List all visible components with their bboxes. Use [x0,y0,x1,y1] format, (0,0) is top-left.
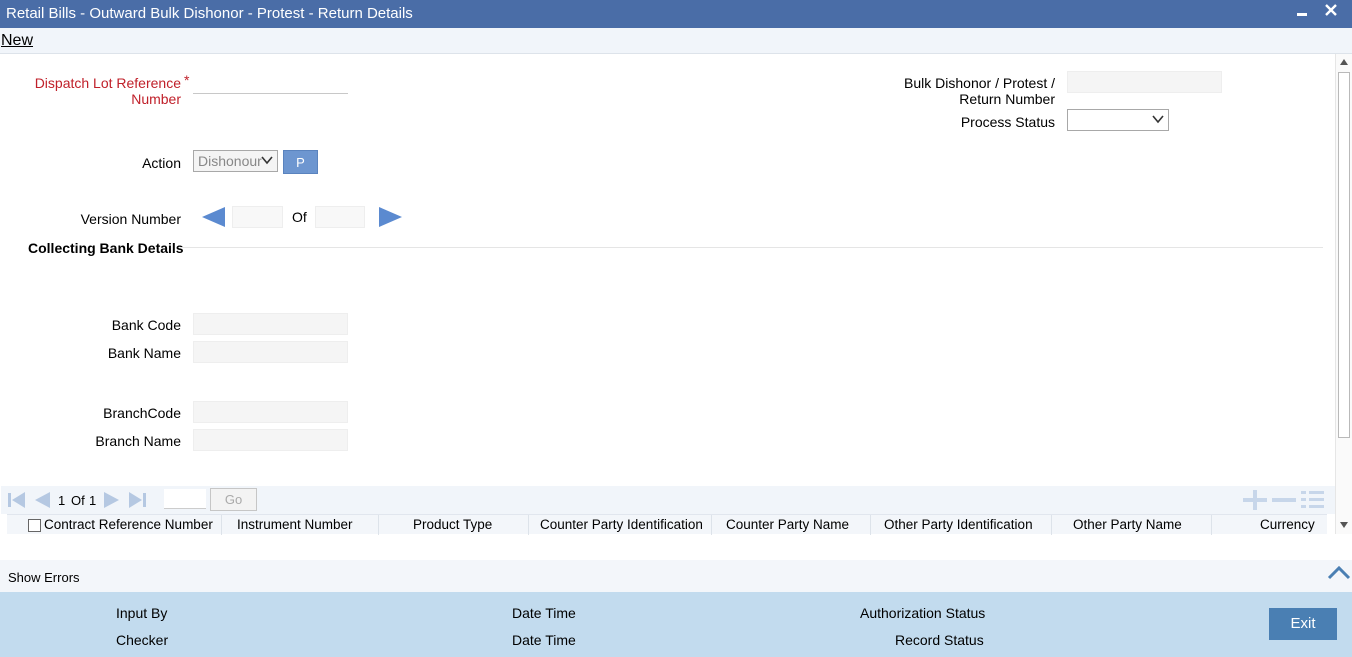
chevron-down-icon [1152,115,1164,124]
version-total-input[interactable] [315,206,365,228]
next-page-icon[interactable] [102,491,122,509]
dispatch-lot-input[interactable] [193,72,348,94]
column-header[interactable]: Product Type [413,517,492,532]
column-separator [528,515,529,535]
close-icon[interactable] [1321,2,1341,22]
page-total: 1 [89,493,97,508]
scroll-thumb[interactable] [1338,72,1350,438]
minimize-icon[interactable] [1292,2,1312,22]
input-by-label: Input By [116,605,168,621]
section-divider [181,247,1323,248]
first-page-icon[interactable] [7,491,27,509]
date-time-label: Date Time [512,605,576,621]
bulk-number-label: Bulk Dishonor / Protest / Return Number [904,75,1055,107]
branch-code-label: BranchCode [103,405,181,421]
bank-name-label: Bank Name [107,345,181,361]
menu-bar: New [0,28,1352,54]
version-prev-icon[interactable] [202,207,225,227]
branch-code-input[interactable] [193,401,348,423]
p-button[interactable]: P [283,150,318,174]
version-number-input[interactable] [232,206,283,228]
column-separator [1211,515,1212,535]
bank-code-label: Bank Code [111,317,181,333]
column-separator [378,515,379,535]
window-title: Retail Bills - Outward Bulk Dishonor - P… [6,5,413,22]
branch-name-input[interactable] [193,429,348,451]
dispatch-lot-label: Dispatch Lot Reference Number [34,75,181,107]
version-of-label: Of [292,209,307,225]
column-header[interactable]: Counter Party Name [726,517,849,532]
action-label: Action [142,155,181,171]
title-bar: Retail Bills - Outward Bulk Dishonor - P… [0,0,1352,28]
scroll-up-icon[interactable] [1340,59,1348,65]
record-status-label: Record Status [895,632,984,648]
previous-page-icon[interactable] [32,491,52,509]
process-status-label: Process Status [960,114,1055,130]
exit-button[interactable]: Exit [1269,608,1337,640]
column-separator [1051,515,1052,535]
add-row-icon[interactable] [1242,490,1268,510]
date-time-label: Date Time [512,632,576,648]
version-number-label: Version Number [80,211,181,227]
last-page-icon[interactable] [127,491,147,509]
show-errors-link[interactable]: Show Errors [8,570,80,585]
chevron-up-icon[interactable] [1327,564,1351,580]
select-all-checkbox[interactable] [28,519,41,532]
action-value: Dishonour [198,153,262,169]
column-header[interactable]: Counter Party Identification [540,517,703,532]
single-view-icon[interactable] [1300,490,1326,510]
column-separator [870,515,871,535]
main-form: Dispatch Lot Reference Number * Bulk Dis… [1,54,1335,534]
column-separator [711,515,712,535]
new-link[interactable]: New [1,32,33,50]
column-header[interactable]: Currency [1260,517,1315,532]
collecting-bank-section-title: Collecting Bank Details [28,240,184,256]
show-errors-bar: Show Errors [0,560,1352,592]
bank-name-input[interactable] [193,341,348,363]
checker-label: Checker [116,632,169,648]
authorization-status-label: Authorization Status [860,605,986,621]
process-status-select[interactable] [1067,109,1169,131]
action-select[interactable]: Dishonour [193,150,278,172]
column-header[interactable]: Instrument Number [237,517,353,532]
bulk-number-input[interactable] [1067,71,1222,93]
scroll-down-icon[interactable] [1340,522,1348,528]
column-header[interactable]: Other Party Name [1073,517,1182,532]
bank-code-input[interactable] [193,313,348,335]
go-button[interactable]: Go [210,488,257,511]
grid-toolbar: 1 Of 1 Go [1,486,1335,514]
column-separator [221,515,222,535]
chevron-down-icon [261,156,273,165]
vertical-scrollbar[interactable] [1335,54,1352,534]
page-of-label: Of [71,493,85,508]
audit-footer: Input By Checker Date Time Date Time Aut… [0,592,1352,657]
column-header[interactable]: Other Party Identification [884,517,1033,532]
version-next-icon[interactable] [379,207,402,227]
page-current: 1 [58,493,66,508]
column-header[interactable]: Contract Reference Number [44,517,213,532]
page-number-input[interactable] [164,489,206,509]
required-marker: * [184,72,190,88]
branch-name-label: Branch Name [95,433,181,449]
grid-header: Contract Reference Number Instrument Num… [7,514,1327,535]
delete-row-icon[interactable] [1271,490,1297,510]
